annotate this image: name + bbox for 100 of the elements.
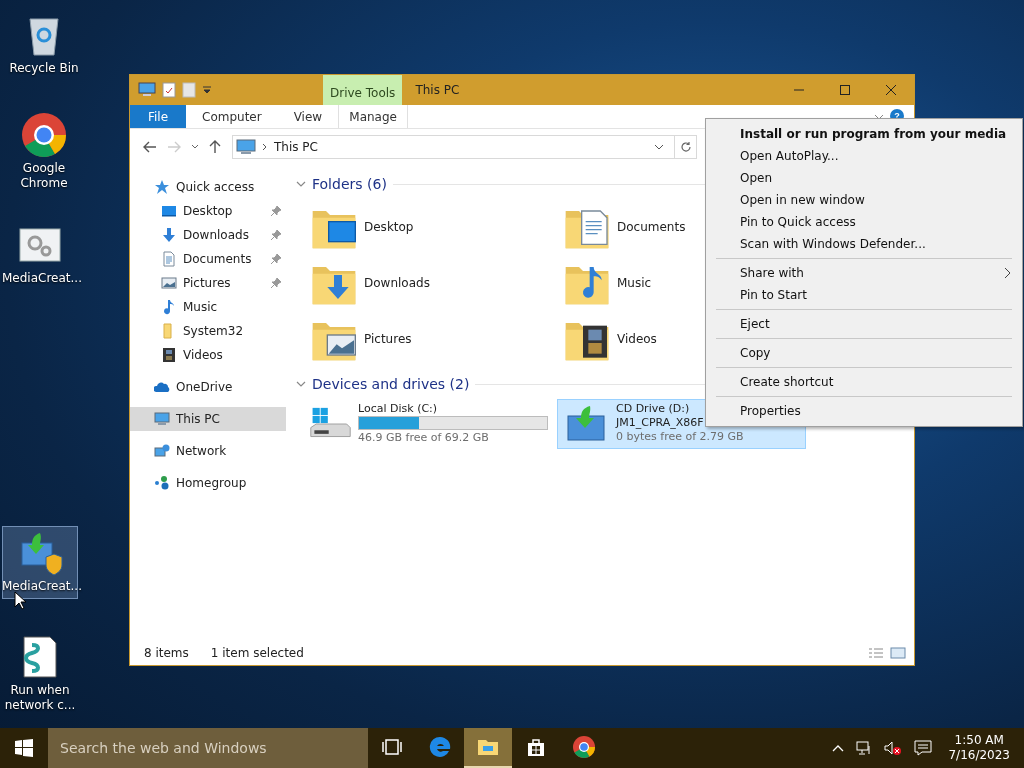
nav-item[interactable]: System32: [130, 319, 286, 343]
chevron-icon[interactable]: [296, 179, 306, 189]
pin-icon: [270, 277, 282, 289]
drive-tile[interactable]: Local Disk (C:) 46.9 GB free of 69.2 GB: [304, 399, 553, 449]
address-bar[interactable]: This PC: [232, 135, 697, 159]
nav-label: Homegroup: [176, 476, 248, 490]
nav-label: Music: [183, 300, 219, 314]
volume-label: JM1_CPRA_X86F: [616, 416, 704, 429]
search-field[interactable]: Search the web and Windows: [48, 728, 368, 768]
menu-item[interactable]: Install or run program from your media: [706, 123, 1022, 145]
nav-item[interactable]: Videos: [130, 343, 286, 367]
muted-speaker-icon: [884, 740, 903, 756]
up-arrow-icon: [209, 140, 221, 154]
nav-label: Network: [176, 444, 228, 458]
caret-icon[interactable]: [202, 85, 212, 95]
message-icon: [914, 740, 933, 756]
properties-icon[interactable]: [162, 82, 176, 98]
desktop-shortcut[interactable]: Google Chrome: [6, 108, 82, 196]
folder-tile[interactable]: Downloads: [310, 255, 563, 311]
menu-item[interactable]: Open: [706, 167, 1022, 189]
menu-item[interactable]: Open in new window: [706, 189, 1022, 211]
nav-item[interactable]: Pictures: [130, 271, 286, 295]
wired-network-icon: [856, 740, 873, 756]
folder-name: Documents: [617, 220, 686, 234]
nav-item[interactable]: Music: [130, 295, 286, 319]
nav-item[interactable]: This PC: [130, 407, 286, 431]
windows-logo-icon: [15, 739, 33, 757]
breadcrumb-chevron-icon: [262, 143, 268, 151]
document-icon: [161, 251, 177, 267]
ribbon-tab[interactable]: Manage: [338, 105, 409, 128]
nav-item[interactable]: Documents: [130, 247, 286, 271]
computer-icon: [138, 82, 156, 98]
monitor-icon: [161, 203, 177, 219]
folder-name: Music: [617, 276, 652, 290]
pin-icon: [270, 253, 282, 265]
menu-item[interactable]: Open AutoPlay...: [706, 145, 1022, 167]
nav-label: System32: [183, 324, 245, 338]
star-icon: [154, 179, 170, 195]
nav-label: Documents: [183, 252, 253, 266]
desktop-shortcut[interactable]: Run when network c...: [2, 630, 78, 718]
edge-icon: [428, 735, 452, 759]
film-icon: [161, 347, 177, 363]
folder-name: Videos: [617, 332, 657, 346]
nav-label: Quick access: [176, 180, 256, 194]
dropdown-chevron-icon[interactable]: [654, 143, 664, 151]
folder-tile[interactable]: Pictures: [310, 311, 563, 367]
mouse-pointer-icon: [14, 591, 26, 610]
menu-item[interactable]: Scan with Windows Defender...: [706, 233, 1022, 255]
folder-name: Pictures: [364, 332, 412, 346]
menu-item[interactable]: Pin to Quick access: [706, 211, 1022, 233]
maximize-icon: [840, 85, 850, 95]
back-arrow-icon: [143, 141, 157, 153]
group-heading[interactable]: Devices and drives (2): [312, 376, 470, 392]
folder-name: Downloads: [364, 276, 430, 290]
nav-label: OneDrive: [176, 380, 234, 394]
caret-icon: [191, 143, 199, 151]
drive-name: Local Disk (C:): [358, 402, 438, 415]
shortcut-label: Google Chrome: [19, 161, 69, 191]
close-icon: [886, 85, 896, 95]
desktop-shortcut[interactable]: Recycle Bin: [6, 8, 82, 81]
folder-tile[interactable]: Desktop: [310, 199, 563, 255]
shortcut-label: Run when network c...: [3, 683, 77, 713]
drive-name: CD Drive (D:): [616, 402, 690, 415]
nav-item[interactable]: OneDrive: [130, 375, 286, 399]
ribbon-tab[interactable]: File: [130, 105, 186, 128]
item-count: 8 items: [144, 646, 189, 660]
music-note-icon: [161, 299, 177, 315]
pin-icon: [270, 229, 282, 241]
folder-name: Desktop: [364, 220, 414, 234]
nav-item[interactable]: Network: [130, 439, 286, 463]
window-title: This PC: [414, 82, 461, 99]
nav-label: This PC: [176, 412, 221, 426]
down-arrow-icon: [161, 227, 177, 243]
free-space: 46.9 GB free of 69.2 GB: [358, 431, 489, 444]
menu-item[interactable]: Pin to Start: [706, 284, 1022, 306]
computer-icon: [154, 411, 170, 427]
nav-item[interactable]: Quick access: [130, 175, 286, 199]
address-text: This PC: [274, 140, 319, 154]
picture-icon: [161, 275, 177, 291]
clock[interactable]: 1:50 AM 7/16/2023: [942, 733, 1016, 763]
nav-item[interactable]: Desktop: [130, 199, 286, 223]
chevron-icon[interactable]: [296, 379, 306, 389]
forward-arrow-icon: [167, 141, 181, 153]
nav-label: Videos: [183, 348, 224, 362]
menu-item[interactable]: Create shortcut: [706, 371, 1022, 393]
free-space: 0 bytes free of 2.79 GB: [616, 430, 744, 443]
shortcut-label: Recycle Bin: [8, 61, 80, 76]
nav-label: Downloads: [183, 228, 250, 242]
nav-item[interactable]: Homegroup: [130, 471, 286, 495]
nav-label: Pictures: [183, 276, 232, 290]
group-heading[interactable]: Folders (6): [312, 176, 387, 192]
refresh-icon: [679, 141, 692, 153]
action-center-button[interactable]: [912, 740, 935, 756]
menu-item[interactable]: Copy: [706, 342, 1022, 364]
menu-item[interactable]: Eject: [706, 313, 1022, 335]
nav-label: Desktop: [183, 204, 234, 218]
pin-icon: [270, 205, 282, 217]
menu-item[interactable]: Share with: [706, 262, 1022, 284]
homegroup-icon: [154, 475, 170, 491]
nav-item[interactable]: Downloads: [130, 223, 286, 247]
